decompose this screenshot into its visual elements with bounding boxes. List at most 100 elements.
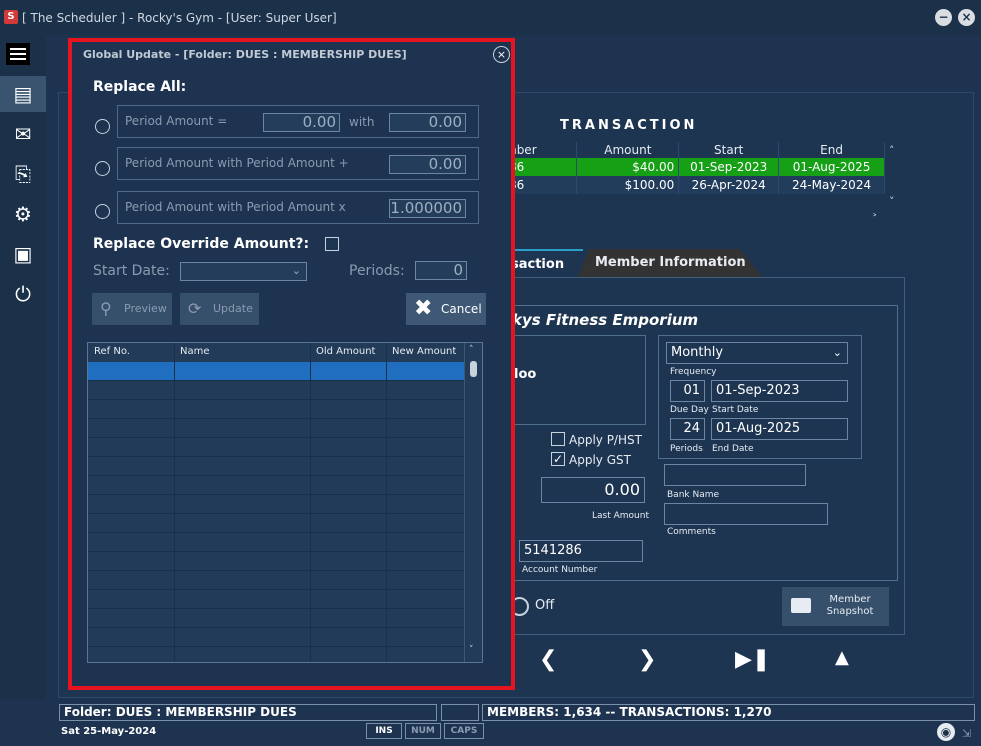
cancel-button[interactable]: ✖ Cancel	[406, 293, 486, 325]
caps-indicator: CAPS	[444, 723, 484, 739]
window-title: [ The Scheduler ] - Rocky's Gym - [User:…	[22, 11, 337, 25]
option-radio-3[interactable]	[95, 204, 110, 219]
start-date-select[interactable]: ⌄	[180, 262, 307, 281]
chevron-down-icon: ⌄	[291, 264, 301, 277]
multiply-factor-field[interactable]: 1.000000	[389, 199, 466, 218]
column-header: Amount	[576, 142, 680, 158]
comments-caption: Comments	[667, 527, 716, 537]
option-radio-2[interactable]	[95, 161, 110, 176]
row-divider	[88, 589, 464, 590]
column-header-old-amount[interactable]: Old Amount	[316, 346, 375, 357]
scroll-down-icon[interactable]: ˅	[889, 195, 895, 208]
account-number-field[interactable]: 5141286	[519, 540, 643, 562]
scroll-right-icon[interactable]: ˃	[872, 212, 878, 225]
dialog-close-button[interactable]: ×	[493, 46, 510, 63]
table-cell: 86	[505, 158, 578, 176]
option-label-3: Period Amount with Period Amount x	[125, 200, 346, 214]
scroll-up-icon[interactable]: ˄	[469, 345, 474, 355]
cancel-label: Cancel	[441, 302, 482, 316]
tab-transaction[interactable]: saction	[505, 249, 583, 277]
apply-gst-checkbox[interactable]: ✓	[551, 452, 565, 466]
bank-name-caption: Bank Name	[667, 490, 720, 500]
last-record-icon[interactable]: ▶❚	[735, 647, 770, 672]
grid-scrollbar[interactable]: ˄ ˅	[464, 343, 482, 662]
row-divider	[88, 380, 464, 381]
num-indicator: NUM	[405, 723, 441, 739]
globe-icon[interactable]: ◉	[937, 723, 955, 741]
table-cell: $100.00	[576, 176, 680, 194]
column-header: Start	[678, 142, 780, 158]
apply-phst-checkbox[interactable]	[551, 432, 565, 446]
frequency-select[interactable]: Monthly ⌄	[666, 342, 848, 364]
row-divider	[88, 475, 464, 476]
column-header-new-amount[interactable]: New Amount	[392, 346, 456, 357]
table-cell: 01-Sep-2023	[678, 158, 780, 176]
periods-caption: Periods	[670, 444, 703, 454]
status-blank	[441, 704, 479, 721]
folders-icon[interactable]: ▤	[0, 76, 46, 112]
row-divider	[88, 608, 464, 609]
scroll-down-icon[interactable]: ˅	[469, 645, 474, 655]
payment-icon[interactable]: ✉	[0, 116, 46, 152]
scroll-top-icon[interactable]: ▲	[835, 647, 849, 668]
due-day-field[interactable]: 01	[670, 380, 705, 402]
bank-name-field[interactable]	[664, 464, 806, 486]
with-amount-field[interactable]: 0.00	[389, 113, 466, 132]
preview-button[interactable]: ⚲ Preview	[92, 293, 172, 325]
option-radio-1[interactable]	[95, 119, 110, 134]
table-row[interactable]: 86 $40.00 01-Sep-2023 01-Aug-2025	[505, 158, 885, 176]
documents-icon[interactable]: ⎘	[0, 156, 46, 192]
column-header-name[interactable]: Name	[180, 346, 210, 357]
add-amount-field[interactable]: 0.00	[389, 155, 466, 174]
table-cell: 86	[505, 176, 578, 194]
end-date-caption: End Date	[712, 444, 754, 454]
table-cell: $40.00	[576, 158, 680, 176]
table-row[interactable]: 86 $100.00 26-Apr-2024 24-May-2024	[505, 176, 885, 194]
minimize-button[interactable]: −	[935, 9, 952, 26]
row-divider	[88, 494, 464, 495]
period-amount-field[interactable]: 0.00	[263, 113, 340, 132]
start-date-field[interactable]: 01-Sep-2023	[711, 380, 848, 402]
next-record-icon[interactable]: ❯	[638, 647, 656, 672]
scroll-thumb[interactable]	[470, 361, 477, 377]
column-header-ref-no[interactable]: Ref No.	[94, 346, 130, 357]
account-number-caption: Account Number	[522, 565, 598, 575]
scroll-up-icon[interactable]: ˄	[889, 144, 895, 157]
comments-field[interactable]	[664, 503, 828, 525]
update-grid: Ref No. Name Old Amount New Amount ˄ ˅	[87, 342, 483, 663]
selected-row[interactable]	[88, 362, 464, 380]
row-divider	[88, 418, 464, 419]
with-label: with	[349, 115, 375, 129]
option-label-2: Period Amount with Period Amount +	[125, 156, 349, 170]
apply-phst-label: Apply P/HST	[569, 433, 642, 447]
transaction-table: mber Amount Start End 86 $40.00 01-Sep-2…	[505, 142, 885, 194]
chevron-down-icon: ⌄	[832, 346, 842, 359]
last-amount-field[interactable]: 0.00	[541, 477, 645, 503]
previous-record-icon[interactable]: ❮	[539, 647, 557, 672]
close-window-button[interactable]: ×	[958, 9, 975, 26]
settings-gear-icon[interactable]: ⚙	[0, 196, 46, 232]
override-amount-label: Replace Override Amount?:	[93, 236, 310, 252]
package-icon[interactable]: ▣	[0, 236, 46, 272]
periods-label: Periods:	[349, 263, 405, 279]
update-button[interactable]: ⟳ Update	[180, 293, 259, 325]
periods-field[interactable]: 0	[415, 261, 467, 280]
tab-member-information[interactable]: Member Information	[578, 249, 762, 277]
member-snapshot-button[interactable]: Member Snapshot	[782, 587, 889, 626]
dialog-title: Global Update - [Folder: DUES : MEMBERSH…	[83, 48, 407, 61]
start-date-caption: Start Date	[712, 405, 759, 415]
close-x-icon: ✖	[414, 296, 433, 321]
override-amount-checkbox[interactable]	[325, 237, 339, 251]
replace-all-heading: Replace All:	[93, 79, 187, 95]
periods-field[interactable]: 24	[670, 418, 705, 440]
resize-grip-icon[interactable]: ⇲	[962, 727, 971, 740]
end-date-field[interactable]: 01-Aug-2025	[711, 418, 848, 440]
column-divider	[174, 343, 175, 662]
frequency-value: Monthly	[671, 345, 724, 360]
row-divider	[88, 551, 464, 552]
refresh-icon: ⟳	[188, 299, 202, 318]
hamburger-menu-icon[interactable]	[6, 43, 30, 65]
power-icon[interactable]: ⏻	[0, 276, 46, 312]
apply-gst-label: Apply GST	[569, 453, 631, 467]
column-header: mber	[505, 142, 578, 158]
